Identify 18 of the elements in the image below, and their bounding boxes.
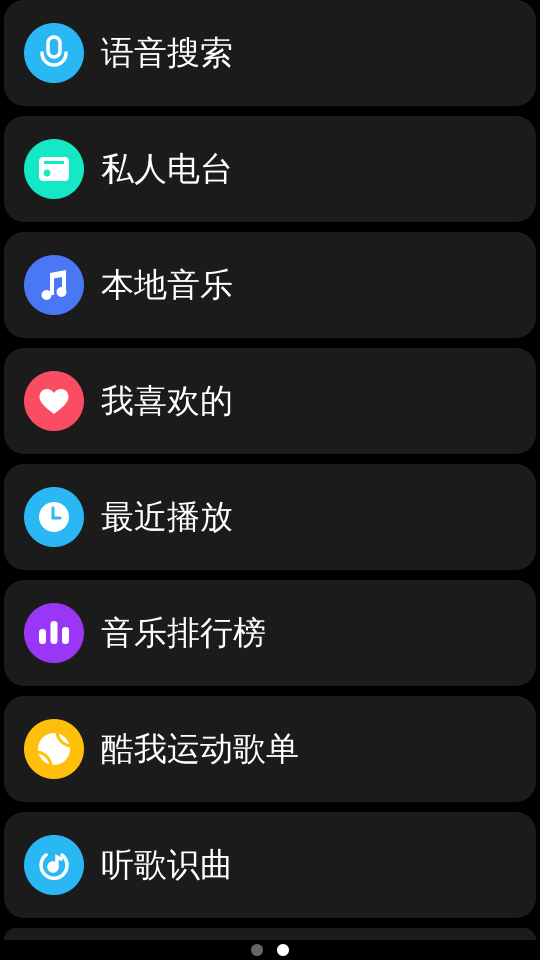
menu-label: 私人电台 xyxy=(101,148,233,190)
menu-label: 最近播放 xyxy=(101,496,233,538)
menu-item[interactable]: 音乐排行榜 xyxy=(4,580,536,686)
page-dot[interactable] xyxy=(277,944,289,956)
menu-item[interactable]: 私人电台 xyxy=(4,116,536,222)
menu-label: 本地音乐 xyxy=(101,264,233,306)
menu-item[interactable]: 最近播放 xyxy=(4,464,536,570)
menu-item[interactable]: 听歌识曲 xyxy=(4,812,536,918)
page-dot[interactable] xyxy=(251,944,263,956)
menu-item[interactable]: 我喜欢的 xyxy=(4,348,536,454)
menu-label: 酷我运动歌单 xyxy=(101,728,299,770)
menu-item[interactable]: 语音搜索 xyxy=(4,0,536,106)
menu-label: 语音搜索 xyxy=(101,32,233,74)
menu-item[interactable]: 本地音乐 xyxy=(4,232,536,338)
menu-item[interactable]: 酷我运动歌单 xyxy=(4,696,536,802)
menu-label: 我喜欢的 xyxy=(101,380,233,422)
menu-label: 听歌识曲 xyxy=(101,844,233,886)
menu-label: 音乐排行榜 xyxy=(101,612,266,654)
